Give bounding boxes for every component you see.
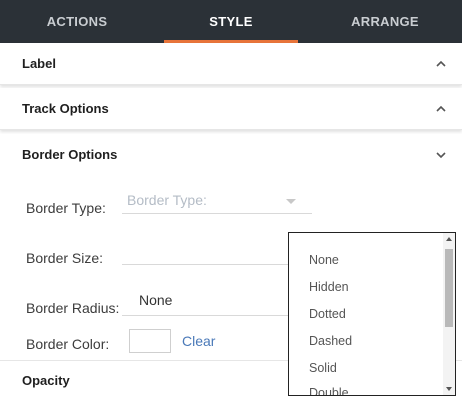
style-panel-tabs: ACTIONS STYLE ARRANGE: [0, 0, 462, 43]
border-color-label: Border Color:: [26, 336, 110, 352]
option-hidden[interactable]: Hidden: [309, 280, 349, 294]
option-dashed[interactable]: Dashed: [309, 334, 352, 348]
section-label[interactable]: Label: [0, 43, 462, 85]
chevron-down-icon[interactable]: [434, 148, 448, 162]
border-type-label: Border Type:: [26, 200, 106, 216]
section-label-title: Label: [22, 56, 56, 71]
chevron-up-icon[interactable]: [434, 57, 448, 71]
option-dotted[interactable]: Dotted: [309, 307, 346, 321]
section-border-options[interactable]: Border Options: [0, 134, 462, 176]
option-double[interactable]: Double: [309, 386, 349, 395]
border-size-label: Border Size:: [26, 250, 104, 266]
tab-style[interactable]: STYLE: [154, 0, 308, 43]
border-radius-underline: [122, 315, 288, 316]
border-type-placeholder: Border Type:: [127, 192, 207, 208]
border-type-underline: [122, 213, 312, 214]
border-radius-value: None: [139, 292, 173, 308]
border-style-dropdown[interactable]: None Hidden Dotted Dashed Solid Double: [288, 232, 456, 396]
border-size-underline: [122, 264, 288, 265]
dropdown-arrow-icon: [286, 199, 296, 204]
scroll-up-arrow-icon[interactable]: [446, 237, 452, 241]
option-solid[interactable]: Solid: [309, 361, 337, 375]
border-color-swatch[interactable]: [129, 329, 171, 353]
scroll-down-arrow-icon[interactable]: [446, 387, 452, 391]
dropdown-scroll-thumb[interactable]: [445, 249, 453, 327]
chevron-up-icon[interactable]: [434, 102, 448, 116]
tab-actions[interactable]: ACTIONS: [0, 0, 154, 43]
section-track-options[interactable]: Track Options: [0, 88, 462, 130]
section-border-options-title: Border Options: [22, 147, 118, 162]
section-track-options-title: Track Options: [22, 101, 109, 116]
section-opacity-title: Opacity: [22, 373, 70, 388]
option-none[interactable]: None: [309, 253, 339, 267]
clear-color-link[interactable]: Clear: [182, 333, 215, 349]
tab-arrange[interactable]: ARRANGE: [308, 0, 462, 43]
border-radius-label: Border Radius:: [26, 300, 120, 316]
